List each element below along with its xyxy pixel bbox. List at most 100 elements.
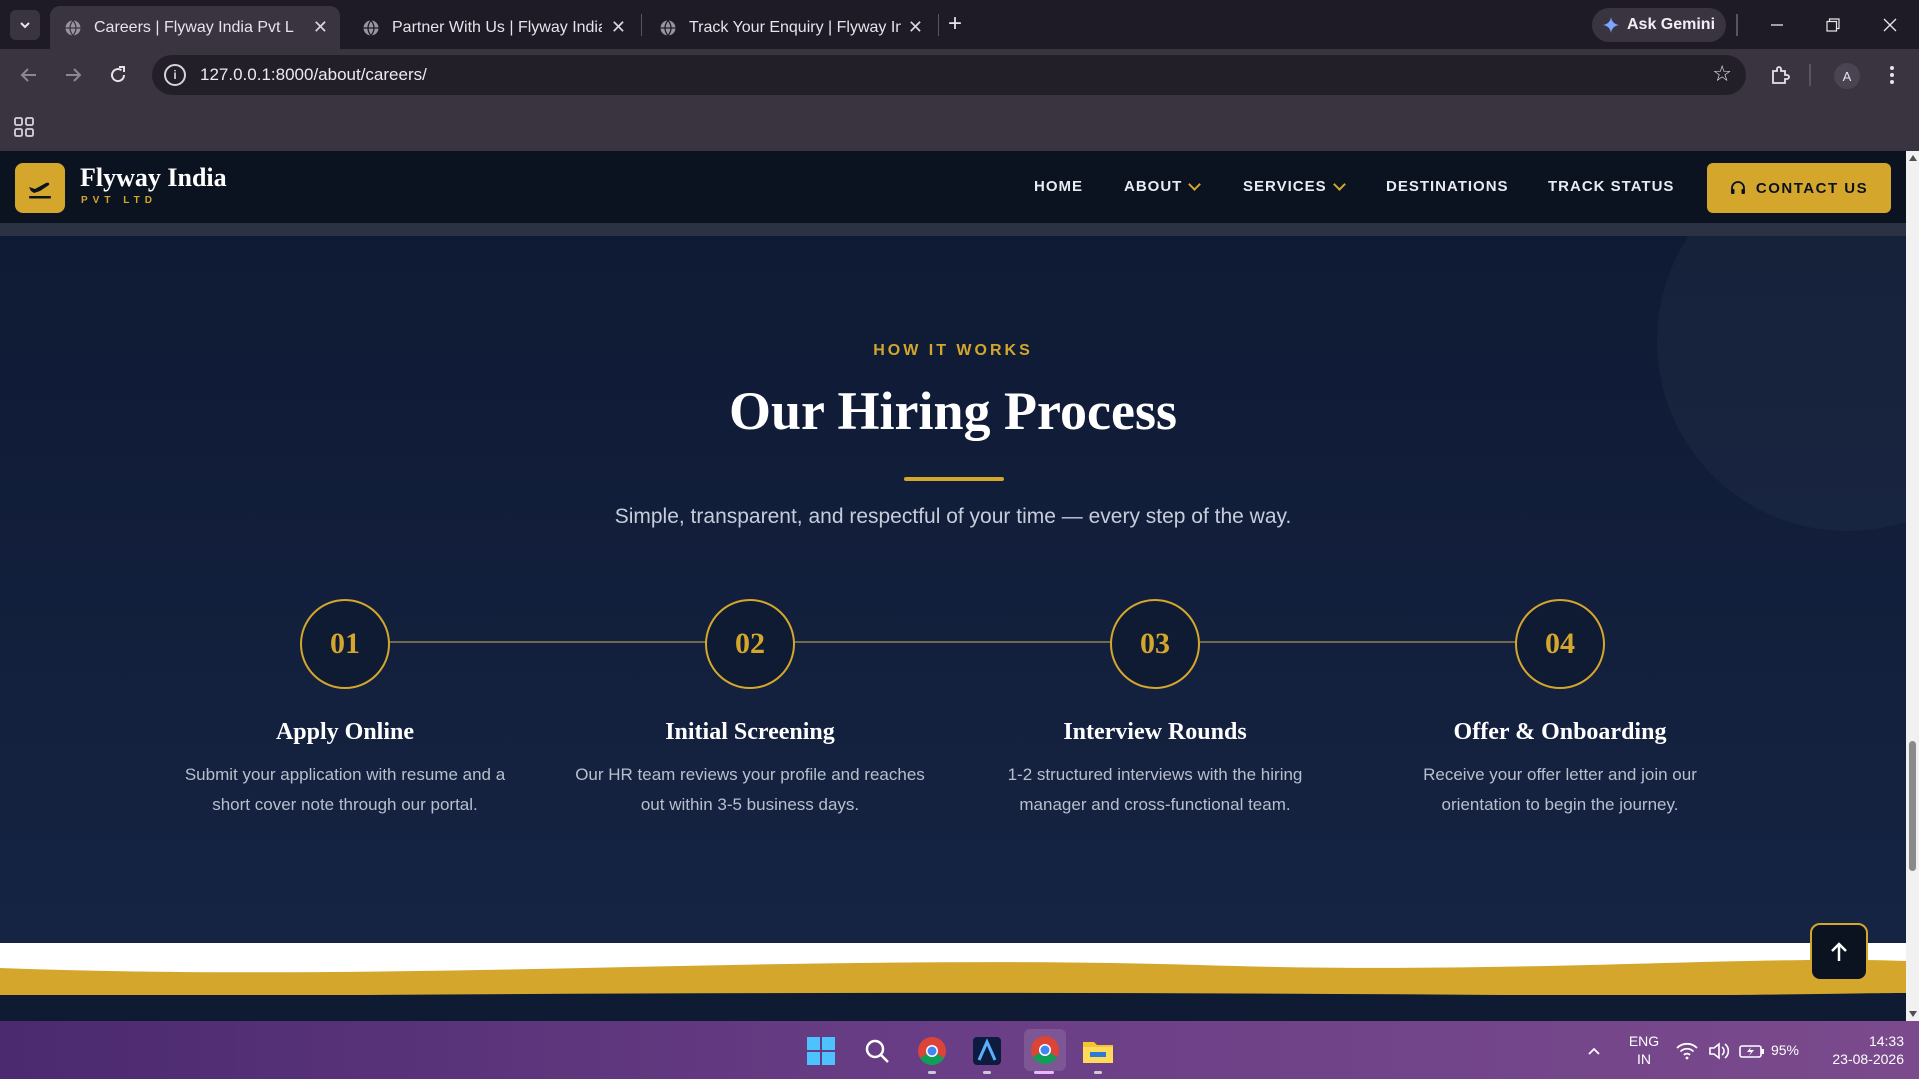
process-step-2: 02 Initial Screening Our HR team reviews… <box>560 599 940 820</box>
nav-home[interactable]: HOME <box>1034 178 1083 195</box>
restore-icon <box>1826 18 1840 32</box>
step-description: 1-2 structured interviews with the hirin… <box>965 760 1345 820</box>
search-icon <box>865 1039 889 1063</box>
reload-button[interactable] <box>102 59 134 91</box>
windows-logo-icon <box>807 1037 835 1065</box>
step-description: Receive your offer letter and join our o… <box>1370 760 1750 820</box>
ask-gemini-label: Ask Gemini <box>1626 16 1716 33</box>
back-button[interactable] <box>13 59 45 91</box>
close-tab-icon[interactable]: ✕ <box>611 17 626 38</box>
contact-us-button[interactable]: CONTACT US <box>1707 163 1891 213</box>
step-title: Offer & Onboarding <box>1453 719 1667 745</box>
region-code: IN <box>1637 1051 1651 1067</box>
chevron-down-icon <box>1332 177 1346 191</box>
language-indicator[interactable]: ENG IN <box>1628 1032 1660 1068</box>
puzzle-icon <box>1772 66 1790 84</box>
tab-search-dropdown-button[interactable] <box>10 10 40 40</box>
tab-partner[interactable]: Partner With Us | Flyway India ✕ <box>348 6 638 49</box>
extensions-button[interactable] <box>1764 59 1796 91</box>
process-step-3: 03 Interview Rounds 1-2 structured inter… <box>965 599 1345 820</box>
tab-careers[interactable]: Careers | Flyway India Pvt Ltd ✕ <box>50 6 340 49</box>
globe-icon <box>363 19 379 36</box>
page-viewport: Flyway India PVT LTD HOME ABOUT SERVICES… <box>0 151 1906 1021</box>
step-title: Initial Screening <box>665 719 835 745</box>
step-description-line: Receive your offer letter and join our <box>1423 765 1697 784</box>
chrome-icon <box>918 1037 946 1065</box>
clock[interactable]: 14:33 23-08-2026 <box>1814 1032 1904 1068</box>
taskbar-app-editor[interactable] <box>969 1033 1005 1069</box>
nav-services[interactable]: SERVICES <box>1243 177 1346 195</box>
step-title: Apply Online <box>275 719 415 745</box>
step-description-line: Our HR team reviews your profile and rea… <box>575 765 925 784</box>
tab-title: Track Your Enquiry | Flyway India <box>689 18 901 36</box>
scroll-up-arrow-icon[interactable] <box>1909 155 1917 161</box>
step-description-line: orientation to begin the journey. <box>1441 795 1679 814</box>
toolbar-separator <box>1809 64 1811 86</box>
app-a-icon <box>973 1037 1001 1065</box>
new-tab-button[interactable]: + <box>948 10 962 38</box>
header-divider <box>0 223 1906 236</box>
heading-underline <box>904 477 1004 481</box>
volume-status[interactable] <box>1704 1033 1734 1069</box>
nav-destinations[interactable]: DESTINATIONS <box>1386 178 1509 195</box>
airplane-icon <box>29 182 51 199</box>
site-info-icon[interactable]: i <box>164 64 186 86</box>
process-step-4: 04 Offer & Onboarding Receive your offer… <box>1370 599 1750 820</box>
brand-logo[interactable] <box>15 163 65 213</box>
minimize-icon <box>1771 24 1783 26</box>
scroll-to-top-button[interactable] <box>1810 923 1868 981</box>
globe-icon <box>65 19 81 36</box>
ask-gemini-button[interactable]: Ask Gemini <box>1592 8 1726 42</box>
close-tab-icon[interactable]: ✕ <box>908 17 923 38</box>
running-indicator <box>983 1071 991 1074</box>
nav-about[interactable]: ABOUT <box>1124 177 1202 195</box>
step-number-badge: 02 <box>705 599 795 689</box>
chevron-down-icon <box>20 22 30 29</box>
apps-grid-icon[interactable] <box>12 115 36 139</box>
speaker-icon <box>1709 1042 1730 1060</box>
restore-window-button[interactable] <box>1813 8 1853 42</box>
tab-track-enquiry[interactable]: Track Your Enquiry | Flyway India ✕ <box>645 6 935 49</box>
section-lead: Simple, transparent, and respectful of y… <box>614 505 1292 528</box>
step-description-line: Submit your application with resume and … <box>184 765 506 784</box>
step-description-line: short cover note through our portal. <box>212 795 478 814</box>
close-window-button[interactable] <box>1870 8 1910 42</box>
running-indicator <box>928 1071 936 1074</box>
close-tab-icon[interactable]: ✕ <box>313 17 328 38</box>
nav-track-status[interactable]: TRACK STATUS <box>1548 178 1674 195</box>
step-description-line: out within 3-5 business days. <box>640 795 860 814</box>
wifi-icon <box>1676 1042 1698 1060</box>
taskbar-file-explorer[interactable] <box>1080 1033 1116 1069</box>
footer-wave-divider <box>0 943 1906 1021</box>
browser-tab-bar: Careers | Flyway India Pvt Ltd ✕ Partner… <box>0 0 1919 49</box>
language-code: ENG <box>1628 1033 1660 1049</box>
bookmark-star-icon[interactable]: ☆ <box>1712 63 1732 85</box>
clock-date: 23-08-2026 <box>1832 1051 1904 1067</box>
taskbar-chrome-active[interactable] <box>1024 1029 1066 1071</box>
forward-button[interactable] <box>57 59 89 91</box>
taskbar-chrome[interactable] <box>914 1033 950 1069</box>
section-eyebrow: HOW IT WORKS <box>873 342 1033 359</box>
minimize-window-button[interactable] <box>1757 8 1797 42</box>
battery-status[interactable] <box>1737 1033 1767 1069</box>
browser-menu-button[interactable] <box>1876 59 1908 91</box>
page-scrollbar[interactable] <box>1906 151 1919 1021</box>
arrow-right-icon <box>66 68 82 82</box>
start-button[interactable] <box>803 1033 839 1069</box>
step-description: Our HR team reviews your profile and rea… <box>560 760 940 820</box>
wifi-status[interactable] <box>1672 1033 1702 1069</box>
step-description: Submit your application with resume and … <box>155 760 535 820</box>
windows-taskbar: ENG IN 95% 14:33 23-08-2026 <box>0 1021 1919 1079</box>
show-hidden-icons-button[interactable] <box>1576 1033 1612 1069</box>
brand-subtitle: PVT LTD <box>81 195 157 206</box>
brand-name[interactable]: Flyway India <box>80 163 227 193</box>
headset-icon <box>1730 181 1745 194</box>
scrollbar-thumb[interactable] <box>1909 741 1916 871</box>
nav-destinations-label: DESTINATIONS <box>1386 178 1509 195</box>
active-indicator <box>1034 1071 1054 1074</box>
address-bar[interactable]: i 127.0.0.1:8000/about/careers/ ☆ <box>152 55 1746 95</box>
contact-us-label: CONTACT US <box>1755 179 1869 197</box>
scroll-down-arrow-icon[interactable] <box>1909 1011 1917 1017</box>
taskbar-search-button[interactable] <box>859 1033 895 1069</box>
profile-avatar[interactable]: A <box>1834 63 1860 89</box>
